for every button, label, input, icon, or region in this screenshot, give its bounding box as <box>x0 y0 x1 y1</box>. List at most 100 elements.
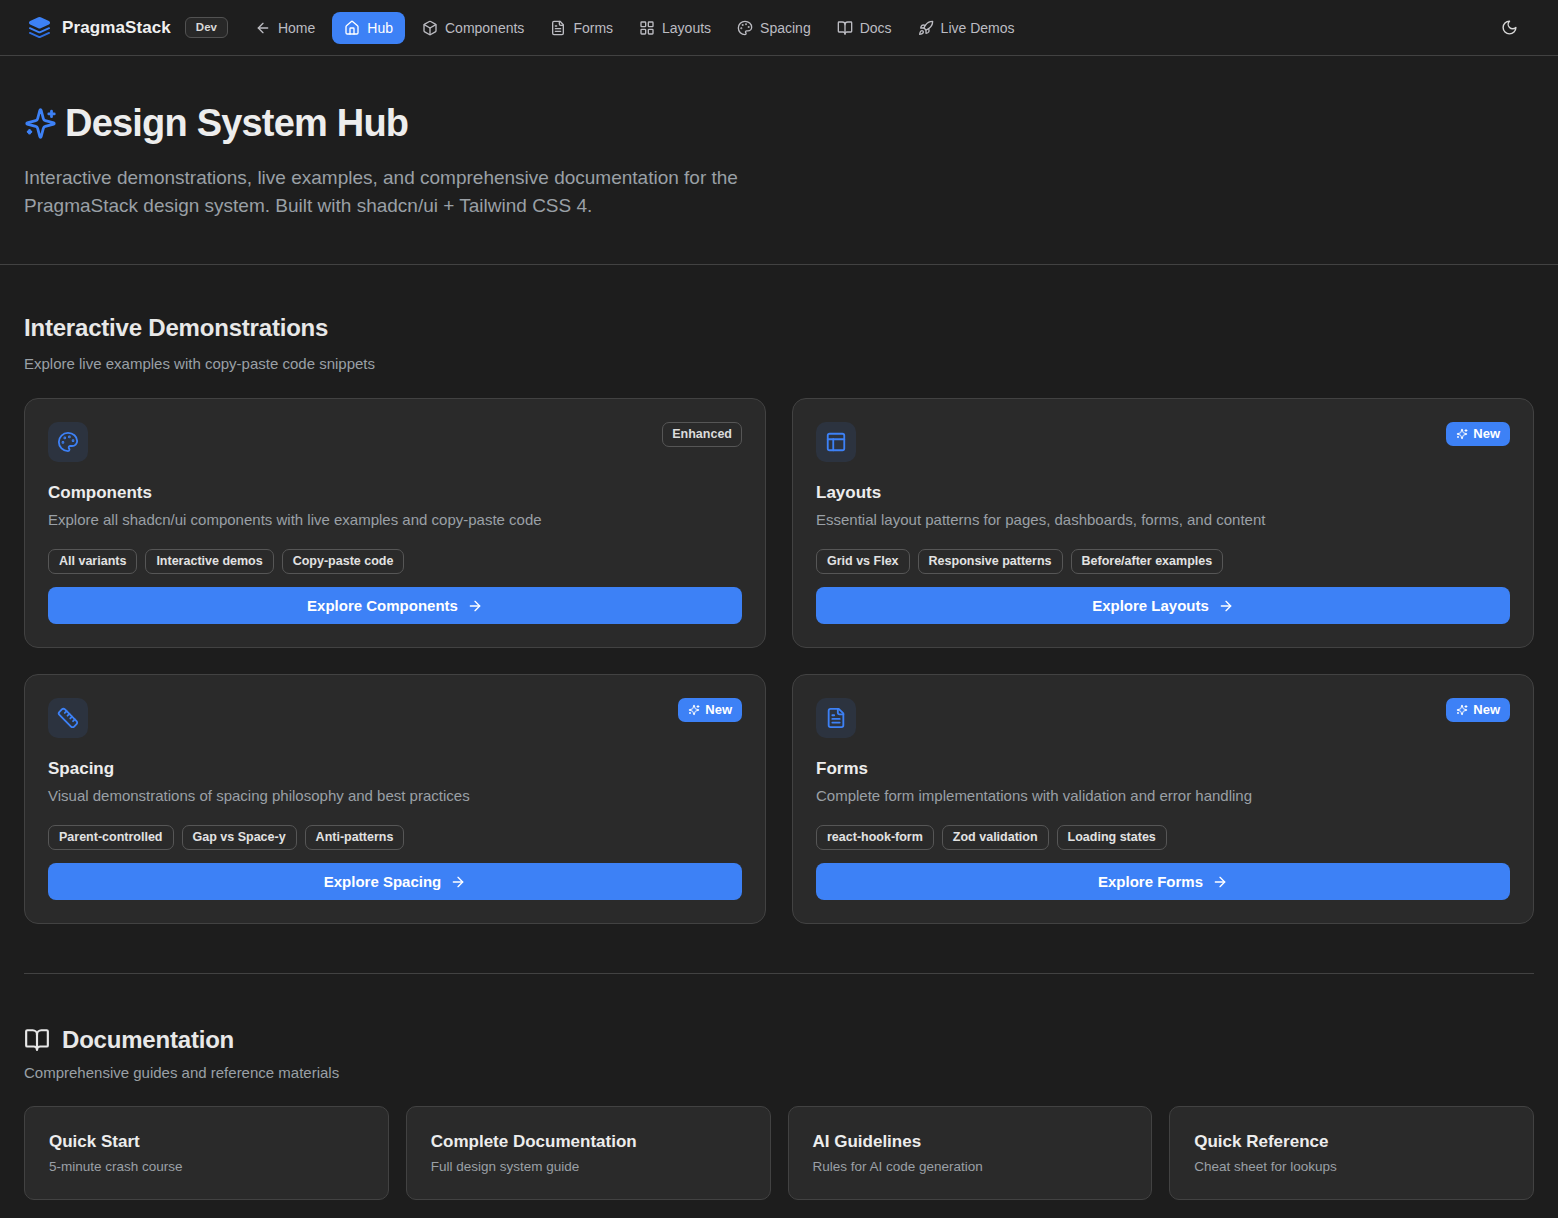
sparkles-icon <box>24 107 57 140</box>
env-badge: Dev <box>185 17 228 39</box>
palette-icon <box>48 422 88 462</box>
arrow-right-icon <box>450 873 466 890</box>
cta-label: Explore Components <box>307 597 458 614</box>
docs-section-heading: Documentation <box>24 1026 1534 1054</box>
nav-item-label: Layouts <box>662 20 711 36</box>
docs-heading-label: Documentation <box>62 1026 234 1054</box>
tag-row: Parent-controlled Gap vs Space-y Anti-pa… <box>48 825 742 850</box>
book-open-icon <box>24 1027 50 1053</box>
tag: Anti-patterns <box>305 825 405 850</box>
nav-item-label: Hub <box>367 20 393 36</box>
nav-item-docs[interactable]: Docs <box>828 12 901 44</box>
explore-forms-button[interactable]: Explore Forms <box>816 863 1510 900</box>
tag-row: Grid vs Flex Responsive patterns Before/… <box>816 549 1510 574</box>
new-badge-label: New <box>705 702 732 718</box>
sparkles-icon <box>688 704 700 716</box>
nav-links: Home Hub Components Forms Layouts Spacin… <box>246 12 1024 44</box>
tag: Responsive patterns <box>918 549 1063 574</box>
tag: Loading states <box>1057 825 1167 850</box>
doc-card-description: Rules for AI code generation <box>813 1159 1128 1174</box>
cta-label: Explore Forms <box>1098 873 1203 890</box>
nav-item-spacing[interactable]: Spacing <box>728 12 820 44</box>
doc-card-description: 5-minute crash course <box>49 1159 364 1174</box>
house-icon <box>344 20 360 36</box>
panels-top-left-icon <box>816 422 856 462</box>
theme-toggle-button[interactable] <box>1493 11 1526 44</box>
doc-card-title: Quick Reference <box>1194 1132 1509 1152</box>
layers-logo-icon <box>28 16 51 39</box>
nav-item-label: Components <box>445 20 524 36</box>
tag: Interactive demos <box>145 549 273 574</box>
nav-item-components[interactable]: Components <box>413 12 533 44</box>
page-subtitle-line1: Interactive demonstrations, live example… <box>24 164 1534 192</box>
explore-layouts-button[interactable]: Explore Layouts <box>816 587 1510 624</box>
rocket-icon <box>918 20 934 36</box>
card-title: Spacing <box>48 759 742 779</box>
card-title: Forms <box>816 759 1510 779</box>
card-title: Layouts <box>816 483 1510 503</box>
arrow-left-icon <box>255 20 271 36</box>
doc-card-quick-start[interactable]: Quick Start 5-minute crash course <box>24 1106 389 1200</box>
arrow-right-icon <box>1212 873 1228 890</box>
demos-section-heading: Interactive Demonstrations <box>24 314 1534 342</box>
page-title: Design System Hub <box>65 102 408 145</box>
box-icon <box>422 20 438 36</box>
doc-card-description: Full design system guide <box>431 1159 746 1174</box>
nav-item-home[interactable]: Home <box>246 12 324 44</box>
explore-components-button[interactable]: Explore Components <box>48 587 742 624</box>
tag-row: react-hook-form Zod validation Loading s… <box>816 825 1510 850</box>
demo-card-components[interactable]: Enhanced Components Explore all shadcn/u… <box>24 398 766 648</box>
demo-card-forms[interactable]: New Forms Complete form implementations … <box>792 674 1534 924</box>
nav-item-label: Docs <box>860 20 892 36</box>
tag: Grid vs Flex <box>816 549 910 574</box>
nav-item-label: Home <box>278 20 315 36</box>
nav-item-forms[interactable]: Forms <box>541 12 622 44</box>
ruler-icon <box>48 698 88 738</box>
arrow-right-icon <box>467 597 483 614</box>
doc-card-title: Complete Documentation <box>431 1132 746 1152</box>
brand-name: PragmaStack <box>62 18 171 38</box>
card-title: Components <box>48 483 742 503</box>
explore-spacing-button[interactable]: Explore Spacing <box>48 863 742 900</box>
docs-section-subheading: Comprehensive guides and reference mater… <box>24 1064 1534 1081</box>
doc-card-title: AI Guidelines <box>813 1132 1128 1152</box>
nav-item-live-demos[interactable]: Live Demos <box>909 12 1024 44</box>
sparkles-icon <box>1456 704 1468 716</box>
nav-item-hub[interactable]: Hub <box>332 12 405 44</box>
file-text-icon <box>550 20 566 36</box>
new-badge: New <box>678 698 742 722</box>
nav-item-label: Spacing <box>760 20 811 36</box>
nav-item-layouts[interactable]: Layouts <box>630 12 720 44</box>
demo-card-layouts[interactable]: New Layouts Essential layout patterns fo… <box>792 398 1534 648</box>
tag: Copy-paste code <box>282 549 405 574</box>
card-description: Essential layout patterns for pages, das… <box>816 511 1510 528</box>
card-description: Complete form implementations with valid… <box>816 787 1510 804</box>
hero-section: Design System Hub Interactive demonstrat… <box>0 56 1558 265</box>
enhanced-badge: Enhanced <box>662 422 742 447</box>
section-divider <box>24 973 1534 974</box>
top-nav: PragmaStack Dev Home Hub Components Form… <box>0 0 1558 56</box>
palette-icon <box>737 20 753 36</box>
card-description: Visual demonstrations of spacing philoso… <box>48 787 742 804</box>
book-open-icon <box>837 20 853 36</box>
nav-item-label: Forms <box>573 20 613 36</box>
new-badge-label: New <box>1473 426 1500 442</box>
doc-card-title: Quick Start <box>49 1132 364 1152</box>
page-subtitle-line2: PragmaStack design system. Built with sh… <box>24 192 1534 220</box>
new-badge: New <box>1446 422 1510 446</box>
demo-card-spacing[interactable]: New Spacing Visual demonstrations of spa… <box>24 674 766 924</box>
tag: Gap vs Space-y <box>182 825 297 850</box>
card-description: Explore all shadcn/ui components with li… <box>48 511 742 528</box>
doc-card-ai-guidelines[interactable]: AI Guidelines Rules for AI code generati… <box>788 1106 1153 1200</box>
cta-label: Explore Layouts <box>1092 597 1209 614</box>
doc-card-quick-reference[interactable]: Quick Reference Cheat sheet for lookups <box>1169 1106 1534 1200</box>
tag: Parent-controlled <box>48 825 174 850</box>
sparkles-icon <box>1456 428 1468 440</box>
moon-icon <box>1501 19 1518 36</box>
new-badge-label: New <box>1473 702 1500 718</box>
brand[interactable]: PragmaStack <box>28 16 171 39</box>
doc-card-complete-documentation[interactable]: Complete Documentation Full design syste… <box>406 1106 771 1200</box>
layout-grid-icon <box>639 20 655 36</box>
doc-card-grid: Quick Start 5-minute crash course Comple… <box>24 1106 1534 1200</box>
doc-card-description: Cheat sheet for lookups <box>1194 1159 1509 1174</box>
